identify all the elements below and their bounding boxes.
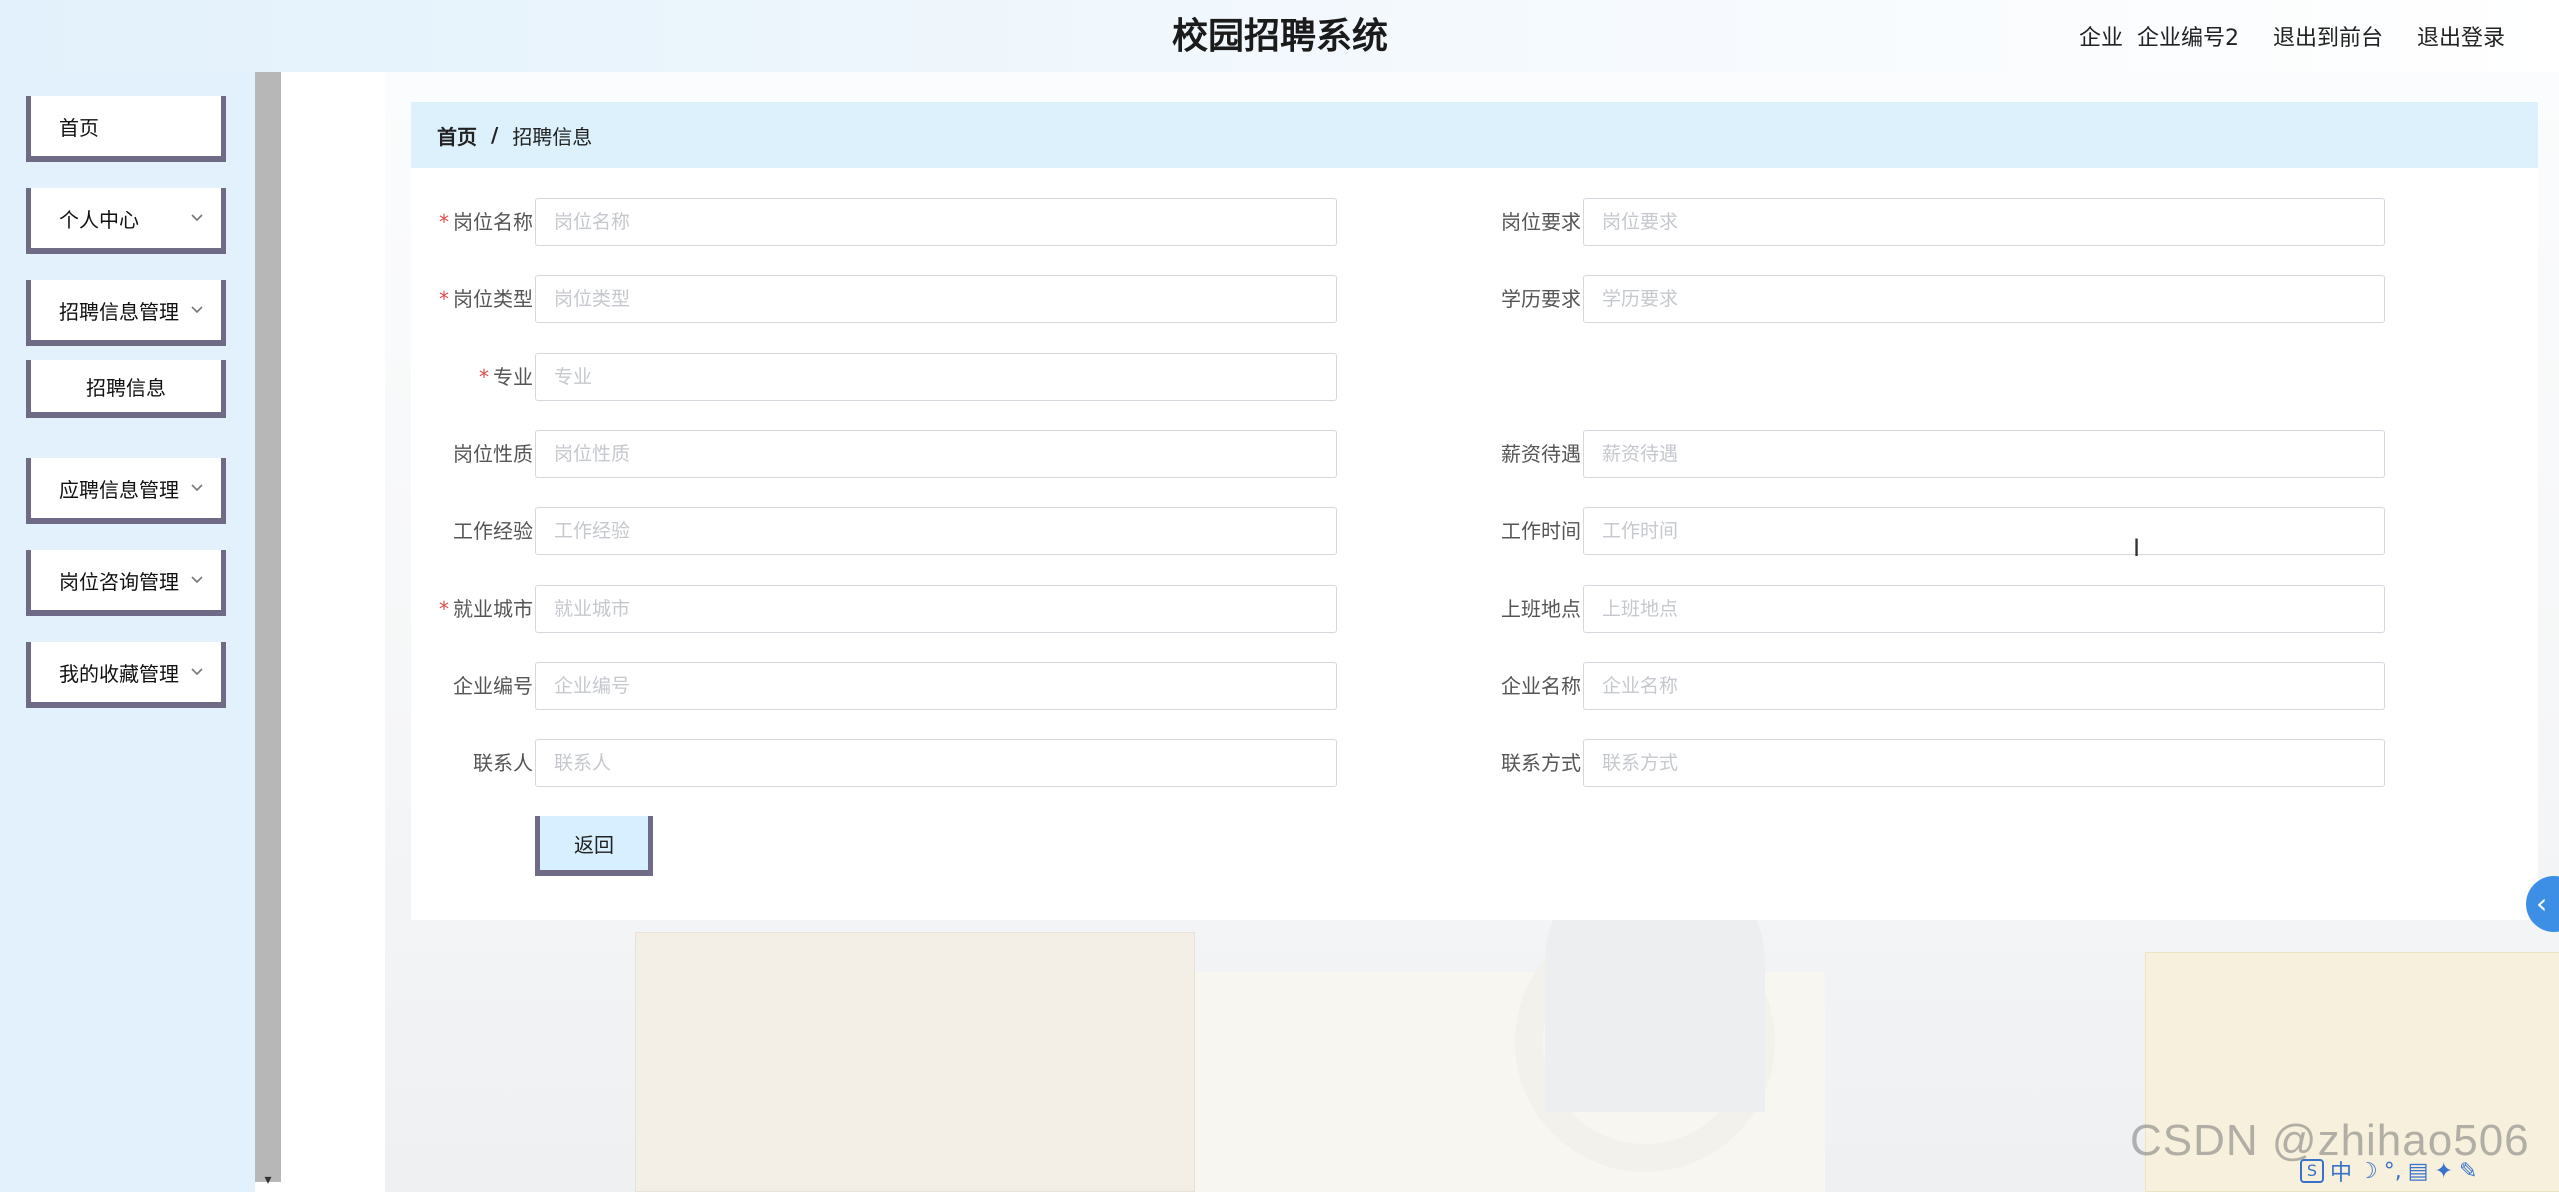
position-type-input[interactable]: [535, 275, 1337, 323]
contact-person-input[interactable]: [535, 739, 1337, 787]
sidebar-item-home[interactable]: 首页: [26, 96, 226, 162]
keyboard-icon[interactable]: ▤: [2408, 1159, 2429, 1184]
ime-toolbar: S 中 ☽ °, ▤ ✦ ✎: [2300, 1156, 2477, 1186]
sidebar-item-consultation-management[interactable]: 岗位咨询管理: [26, 550, 226, 616]
company-name-input[interactable]: [1583, 662, 2385, 710]
sidebar-item-label: 招聘信息管理: [59, 299, 179, 324]
field-label-major: * 专业: [479, 365, 533, 389]
field-label-work-time: 工作时间: [1501, 519, 1581, 543]
position-nature-input[interactable]: [535, 430, 1337, 478]
sidebar-item-label: 个人中心: [59, 207, 139, 232]
sidebar-item-personal-center[interactable]: 个人中心: [26, 188, 226, 254]
field-label-position-type: * 岗位类型: [439, 287, 533, 311]
chevron-down-icon: [191, 668, 203, 676]
field-label-work-location: 上班地点: [1501, 597, 1581, 621]
scroll-down-arrow-icon[interactable]: ▾: [258, 1172, 278, 1192]
skin-icon[interactable]: ✦: [2435, 1159, 2453, 1184]
sidebar-item-label: 首页: [59, 115, 99, 140]
field-label-salary: 薪资待遇: [1501, 442, 1581, 466]
chevron-down-icon: [191, 484, 203, 492]
sidebar-item-label: 我的收藏管理: [59, 661, 179, 686]
chevron-down-icon: [191, 214, 203, 222]
company-id-input[interactable]: [535, 662, 1337, 710]
logout-link[interactable]: 退出登录: [2417, 20, 2505, 52]
background-decor: [635, 932, 1195, 1192]
education-requirement-input[interactable]: [1583, 275, 2385, 323]
field-label-contact-person: 联系人: [473, 751, 533, 775]
top-header: 校园招聘系统 企业 企业编号2 退出到前台 退出登录: [0, 0, 2559, 72]
contact-method-input[interactable]: [1583, 739, 2385, 787]
field-label-work-experience: 工作经验: [453, 519, 533, 543]
work-time-input[interactable]: [1583, 507, 2385, 555]
header-user-area: 企业 企业编号2 退出到前台 退出登录: [2079, 18, 2505, 54]
chevron-down-icon: [191, 576, 203, 584]
work-location-input[interactable]: [1583, 585, 2385, 633]
sidebar-subitem-recruitment-info[interactable]: 招聘信息: [26, 360, 226, 418]
current-user: 企业 企业编号2: [2079, 20, 2239, 52]
breadcrumb-separator: /: [491, 123, 499, 147]
position-name-input[interactable]: [535, 198, 1337, 246]
tools-icon[interactable]: ✎: [2459, 1159, 2477, 1184]
user-name: 企业编号2: [2136, 26, 2239, 51]
recruitment-form-card: 首页 / 招聘信息 *岗位名称 岗位要求 *岗位类型 学历要求 *专业 岗位性质…: [411, 102, 2538, 920]
major-input[interactable]: [535, 353, 1337, 401]
moon-icon[interactable]: ☽: [2358, 1159, 2378, 1184]
field-label-employment-city: * 就业城市: [439, 597, 533, 621]
sidebar-item-label: 应聘信息管理: [59, 477, 179, 502]
site-title: 校园招聘系统: [1171, 15, 1388, 57]
field-label-contact-method: 联系方式: [1501, 751, 1581, 775]
field-label-company-id: 企业编号: [453, 674, 533, 698]
ime-mode-indicator[interactable]: 中: [2330, 1155, 2352, 1187]
sidebar-item-application-management[interactable]: 应聘信息管理: [26, 458, 226, 524]
back-button[interactable]: 返回: [535, 816, 653, 876]
chevron-left-icon: ‹: [2536, 887, 2548, 920]
sidebar-item-label: 招聘信息: [86, 375, 166, 400]
text-cursor-icon: I: [2133, 534, 2141, 562]
sidebar-item-label: 岗位咨询管理: [59, 569, 179, 594]
field-label-company-name: 企业名称: [1501, 674, 1581, 698]
breadcrumb-home[interactable]: 首页: [437, 121, 477, 150]
sidebar-gutter: [281, 72, 385, 1192]
chevron-down-icon: [191, 306, 203, 314]
breadcrumb-current: 招聘信息: [512, 124, 593, 149]
field-label-position-nature: 岗位性质: [453, 442, 533, 466]
exit-to-front-link[interactable]: 退出到前台: [2273, 20, 2383, 52]
position-requirement-input[interactable]: [1583, 198, 2385, 246]
employment-city-input[interactable]: [535, 585, 1337, 633]
salary-input[interactable]: [1583, 430, 2385, 478]
sidebar-item-recruitment-management[interactable]: 招聘信息管理: [26, 280, 226, 346]
sidebar-scrollbar[interactable]: [255, 72, 281, 1182]
sidebar-item-favorites-management[interactable]: 我的收藏管理: [26, 642, 226, 708]
punctuation-icon[interactable]: °,: [2384, 1159, 2402, 1184]
sidebar: 首页 个人中心 招聘信息管理 招聘信息 应聘信息管理 岗位咨询管理 我的收藏管理: [0, 72, 255, 1192]
field-label-education-requirement: 学历要求: [1501, 287, 1581, 311]
breadcrumb: 首页 / 招聘信息: [411, 102, 2538, 168]
work-experience-input[interactable]: [535, 507, 1337, 555]
field-label-position-name: * 岗位名称: [439, 210, 533, 234]
ime-logo-icon[interactable]: S: [2300, 1159, 2324, 1183]
user-role: 企业: [2078, 26, 2123, 51]
field-label-position-requirement: 岗位要求: [1501, 210, 1581, 234]
